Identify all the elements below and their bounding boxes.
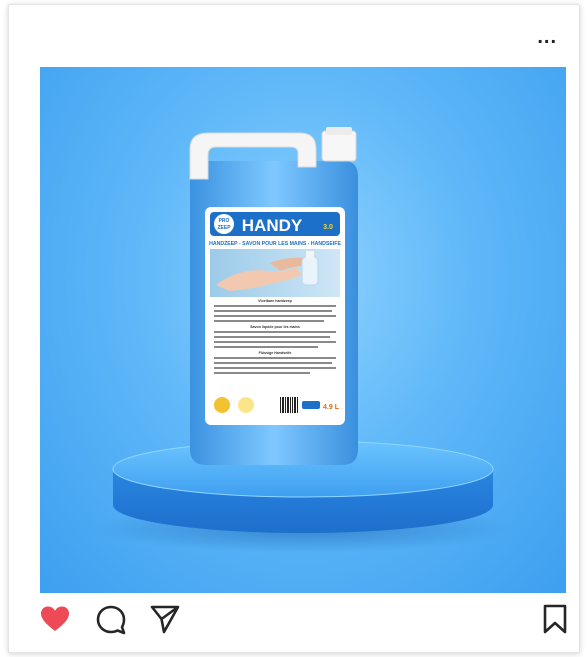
post-card: ... PRO ZEEP HANDY 3.0 HANDZEEP - SAVON … xyxy=(8,4,580,653)
bookmark-icon xyxy=(543,604,567,634)
product-subtitle: HANDZEEP - SAVON POUR LES MAINS - HANDSE… xyxy=(209,241,341,247)
brand-small-text: PRO xyxy=(219,218,230,224)
brand-suffix-text: 3.0 xyxy=(323,224,333,231)
section-nl-heading: Vloeibare handzeep xyxy=(258,299,293,303)
paper-plane-icon xyxy=(150,605,180,634)
section-fr-heading: Savon liquide pour les mains xyxy=(250,325,300,329)
product-photo: PRO ZEEP HANDY 3.0 HANDZEEP - SAVON POUR… xyxy=(93,127,513,553)
post-image[interactable]: PRO ZEEP HANDY 3.0 HANDZEEP - SAVON POUR… xyxy=(40,67,566,593)
post-actions-bar xyxy=(9,601,579,641)
more-options-button[interactable]: ... xyxy=(537,27,557,47)
brand-name-text: HANDY xyxy=(242,216,303,235)
volume-text: 4.9 L xyxy=(323,404,340,411)
heart-icon xyxy=(41,606,69,631)
section-de-heading: Flüssige Handseife xyxy=(259,351,292,355)
comment-icon xyxy=(96,605,126,635)
comment-button[interactable] xyxy=(95,603,127,635)
save-button[interactable] xyxy=(539,603,571,635)
brand-badge-text: ZEEP xyxy=(217,225,231,231)
share-button[interactable] xyxy=(149,603,181,635)
like-button[interactable] xyxy=(39,603,71,635)
